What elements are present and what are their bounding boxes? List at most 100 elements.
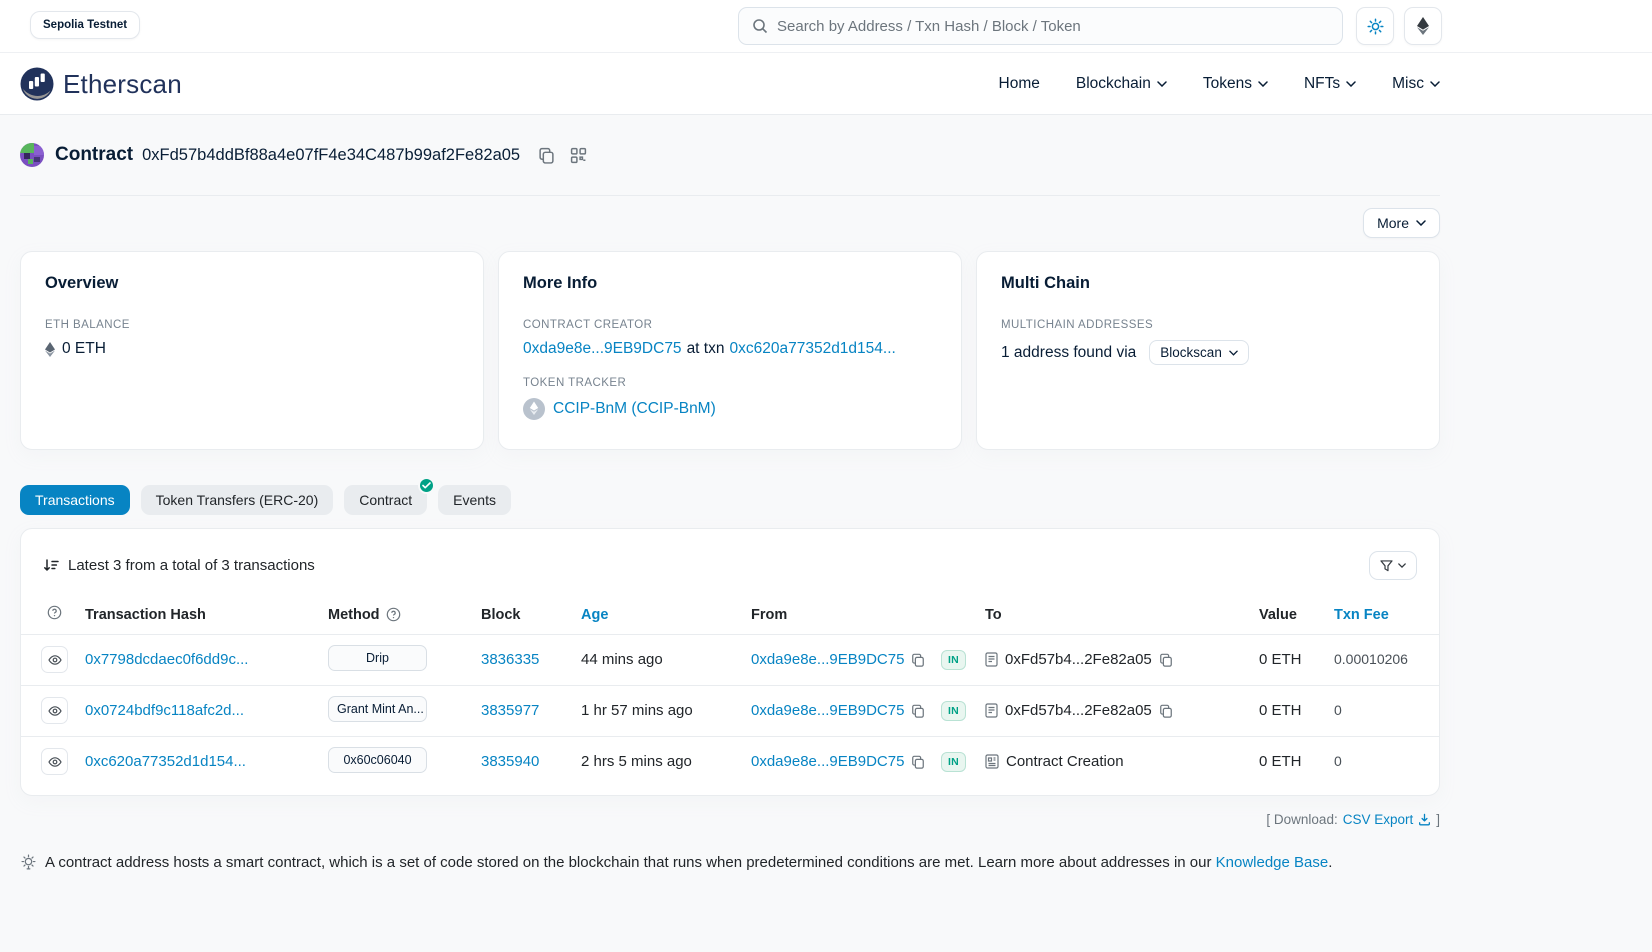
filter-button[interactable]	[1369, 551, 1417, 580]
copy-icon[interactable]	[911, 755, 925, 769]
footer-text: A contract address hosts a smart contrac…	[45, 854, 1211, 871]
block-link[interactable]: 3836335	[481, 651, 539, 668]
to-address: 0xFd57b4...2Fe82a05	[1005, 702, 1152, 719]
tab-transactions[interactable]: Transactions	[20, 485, 130, 515]
footer-note: A contract address hosts a smart contrac…	[20, 854, 1440, 871]
eth-diamond-icon	[45, 342, 55, 357]
col-method: Method	[328, 607, 380, 623]
token-tracker-link[interactable]: CCIP-BnM (CCIP-BnM)	[553, 400, 716, 418]
help-circle-icon[interactable]	[386, 607, 401, 622]
more-button[interactable]: More	[1363, 208, 1440, 238]
verified-check-icon	[418, 477, 435, 494]
tab-bar: Transactions Token Transfers (ERC-20) Co…	[20, 485, 1440, 515]
chevron-down-icon	[1430, 81, 1440, 87]
brand-name: Etherscan	[63, 69, 182, 100]
csv-export-link[interactable]: CSV Export	[1343, 812, 1414, 827]
chevron-down-icon	[1157, 81, 1167, 87]
table-header-row: Transaction Hash Method Block Age From T	[21, 596, 1439, 634]
from-address-link[interactable]: 0xda9e8e...9EB9DC75	[751, 651, 904, 668]
sun-icon	[1367, 18, 1384, 35]
contract-file-icon	[985, 703, 998, 718]
copy-icon[interactable]	[911, 704, 925, 718]
knowledge-base-link[interactable]: Knowledge Base	[1216, 854, 1329, 871]
eye-preview-button[interactable]	[41, 748, 68, 775]
eth-balance-value: 0 ETH	[62, 340, 106, 358]
search-input[interactable]	[777, 18, 1329, 35]
eye-preview-button[interactable]	[41, 646, 68, 673]
chevron-down-icon	[1398, 563, 1406, 568]
col-to: To	[985, 596, 1259, 634]
network-badge[interactable]: Sepolia Testnet	[30, 11, 140, 39]
txn-hash-link[interactable]: 0x0724bdf9c118afc2d...	[85, 702, 244, 719]
page-title: Contract 0xFd57b4ddBf88a4e07fF4e34C487b9…	[20, 115, 1440, 167]
copy-address-button[interactable]	[538, 147, 555, 164]
value-cell: 0 ETH	[1259, 753, 1302, 770]
block-link[interactable]: 3835977	[481, 702, 539, 719]
contract-creation-icon	[985, 754, 999, 769]
sort-icon	[43, 558, 59, 573]
creation-txn-link[interactable]: 0xc620a77352d1d154...	[729, 340, 895, 358]
ethereum-icon	[1417, 17, 1429, 35]
download-suffix: ]	[1436, 812, 1440, 827]
nav-home[interactable]: Home	[999, 75, 1040, 93]
direction-badge: IN	[941, 701, 966, 721]
transactions-table: Transaction Hash Method Block Age From T	[21, 596, 1439, 787]
age-value: 2 hrs 5 mins ago	[581, 753, 692, 770]
nav-nfts[interactable]: NFTs	[1304, 75, 1356, 93]
main-nav: Home Blockchain Tokens NFTs Misc	[999, 53, 1440, 114]
topbar-actions	[1356, 7, 1442, 45]
method-badge[interactable]: Drip	[328, 645, 427, 671]
txn-hash-link[interactable]: 0xc620a77352d1d154...	[85, 753, 246, 770]
site-header: Etherscan Home Blockchain Tokens NFTs Mi…	[0, 52, 1652, 115]
chevron-down-icon	[1229, 350, 1238, 356]
txn-hash-link[interactable]: 0x7798dcdaec0f6dd9c...	[85, 651, 248, 668]
table-row: 0x0724bdf9c118afc2d... Grant Mint An... …	[21, 685, 1439, 736]
multi-chain-title: Multi Chain	[1001, 274, 1415, 293]
eye-preview-button[interactable]	[41, 697, 68, 724]
nav-misc[interactable]: Misc	[1392, 75, 1440, 93]
overview-card: Overview ETH BALANCE 0 ETH	[20, 251, 484, 450]
nav-tokens[interactable]: Tokens	[1203, 75, 1268, 93]
col-from: From	[751, 596, 941, 634]
transactions-summary: Latest 3 from a total of 3 transactions	[43, 557, 315, 574]
entity-type-label: Contract	[55, 144, 133, 166]
more-info-card: More Info CONTRACT CREATOR 0xda9e8e...9E…	[498, 251, 962, 450]
direction-badge: IN	[941, 650, 966, 670]
col-block: Block	[481, 596, 581, 634]
to-address: 0xFd57b4...2Fe82a05	[1005, 651, 1152, 668]
copy-icon[interactable]	[1159, 653, 1173, 667]
search-icon	[752, 18, 768, 34]
eth-balance-label: ETH BALANCE	[45, 319, 459, 331]
chevron-down-icon	[1416, 220, 1426, 226]
download-icon	[1418, 813, 1431, 826]
method-badge[interactable]: Grant Mint An...	[328, 696, 427, 722]
contract-address: 0xFd57b4ddBf88a4e07fF4e34C487b99af2Fe82a…	[142, 146, 520, 165]
etherscan-logo[interactable]: Etherscan	[20, 67, 182, 101]
transactions-panel: Latest 3 from a total of 3 transactions	[20, 528, 1440, 796]
chevron-down-icon	[1258, 81, 1268, 87]
block-link[interactable]: 3835940	[481, 753, 539, 770]
blockscan-dropdown[interactable]: Blockscan	[1149, 340, 1249, 365]
table-row: 0x7798dcdaec0f6dd9c... Drip 3836335 44 m…	[21, 634, 1439, 685]
nav-blockchain[interactable]: Blockchain	[1076, 75, 1167, 93]
search-bar[interactable]	[738, 7, 1343, 45]
network-switch-button[interactable]	[1404, 7, 1442, 45]
tab-token-transfers[interactable]: Token Transfers (ERC-20)	[141, 485, 334, 515]
theme-toggle-button[interactable]	[1356, 7, 1394, 45]
tab-contract[interactable]: Contract	[344, 485, 427, 515]
method-badge[interactable]: 0x60c06040	[328, 747, 427, 773]
qr-code-button[interactable]	[570, 147, 587, 164]
contract-file-icon	[985, 652, 998, 667]
copy-icon[interactable]	[911, 653, 925, 667]
age-value: 44 mins ago	[581, 651, 663, 668]
from-address-link[interactable]: 0xda9e8e...9EB9DC75	[751, 753, 904, 770]
lightbulb-icon	[20, 854, 37, 871]
from-address-link[interactable]: 0xda9e8e...9EB9DC75	[751, 702, 904, 719]
copy-icon[interactable]	[1159, 704, 1173, 718]
help-circle-icon[interactable]	[47, 605, 62, 620]
creator-address-link[interactable]: 0xda9e8e...9EB9DC75	[523, 340, 682, 358]
topbar: Sepolia Testnet	[0, 0, 1652, 52]
tab-events[interactable]: Events	[438, 485, 511, 515]
col-txn-fee-toggle[interactable]: Txn Fee	[1334, 607, 1389, 623]
col-age-toggle[interactable]: Age	[581, 607, 608, 623]
